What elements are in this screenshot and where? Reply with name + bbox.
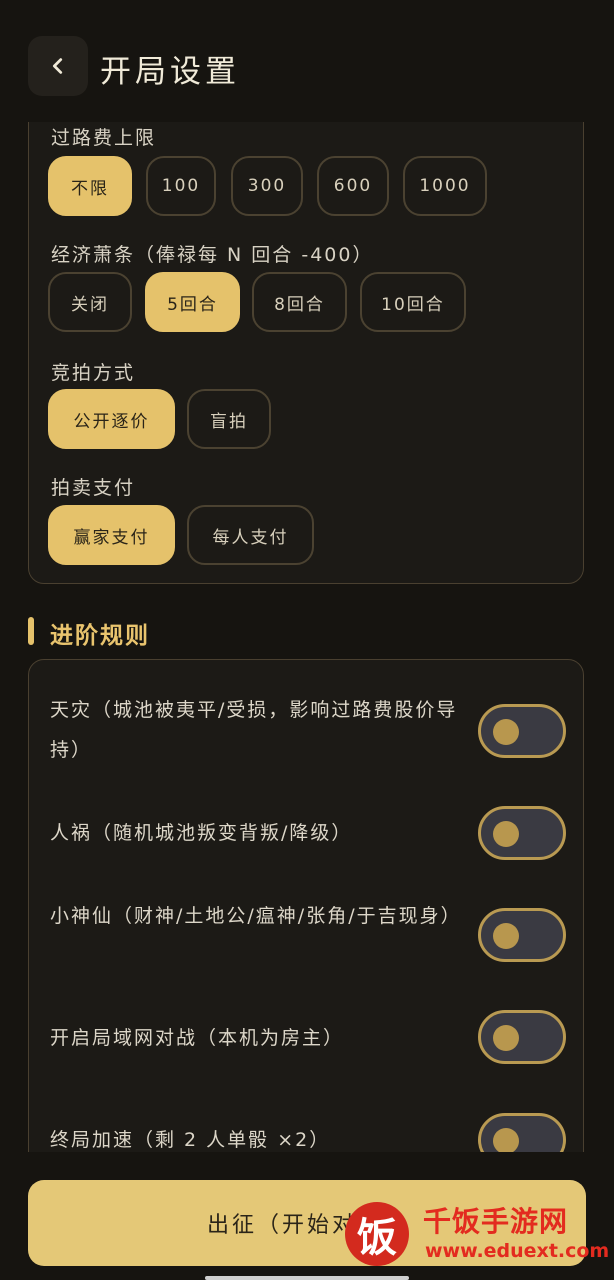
toggle-knob (493, 1025, 519, 1051)
bidding-option-blind[interactable]: 盲拍 (187, 389, 271, 449)
toll-option-unlimited[interactable]: 不限 (48, 156, 132, 216)
payment-option-winner[interactable]: 赢家支付 (48, 505, 175, 565)
payment-label: 拍卖支付 (51, 477, 136, 499)
bidding-label: 竞拍方式 (51, 362, 136, 384)
advanced-rules-title: 进阶规则 (50, 623, 150, 649)
chevron-left-icon (52, 58, 63, 74)
recession-option-off[interactable]: 关闭 (48, 272, 132, 332)
rule-disaster-toggle[interactable] (478, 704, 566, 758)
rule-deities-toggle[interactable] (478, 908, 566, 962)
watermark: 饭 千饭手游网 www.eduext.com (345, 1196, 610, 1274)
toggle-knob (493, 1128, 519, 1154)
bidding-option-open[interactable]: 公开逐价 (48, 389, 175, 449)
toll-option-100[interactable]: 100 (146, 156, 216, 216)
toll-option-300[interactable]: 300 (231, 156, 303, 216)
watermark-url: www.eduext.com (425, 1240, 610, 1262)
section-accent-bar (28, 617, 34, 645)
rule-deities-text: 小神仙（财神/土地公/瘟神/张角/于吉现身） (50, 905, 462, 927)
recession-option-10[interactable]: 10回合 (360, 272, 466, 332)
toggle-knob (493, 923, 519, 949)
toll-limit-label: 过路费上限 (51, 127, 157, 149)
page-title: 开局设置 (100, 54, 240, 90)
watermark-logo: 饭 (345, 1202, 409, 1266)
toll-option-600[interactable]: 600 (317, 156, 389, 216)
rule-lan-text: 开启局域网对战（本机为房主） (50, 1027, 345, 1049)
header: 开局设置 (0, 0, 614, 122)
toggle-knob (493, 821, 519, 847)
rule-calamity-text: 人祸（随机城池叛变背叛/降级） (50, 822, 353, 844)
back-button[interactable] (28, 36, 88, 96)
payment-option-everyone[interactable]: 每人支付 (187, 505, 314, 565)
rule-lan-toggle[interactable] (478, 1010, 566, 1064)
home-indicator (205, 1276, 409, 1280)
recession-label: 经济萧条（俸禄每 N 回合 -400） (51, 244, 374, 266)
basic-settings-card: 过路费上限 不限 100 300 600 1000 经济萧条（俸禄每 N 回合 … (28, 92, 584, 584)
recession-option-5[interactable]: 5回合 (145, 272, 240, 332)
recession-option-8[interactable]: 8回合 (252, 272, 347, 332)
watermark-name: 千饭手游网 (423, 1205, 569, 1238)
toggle-knob (493, 719, 519, 745)
toll-option-1000[interactable]: 1000 (403, 156, 487, 216)
rule-disaster-text: 天灾（城池被夷平/受损，影响过路费股价导持） (50, 699, 458, 761)
rule-calamity-toggle[interactable] (478, 806, 566, 860)
